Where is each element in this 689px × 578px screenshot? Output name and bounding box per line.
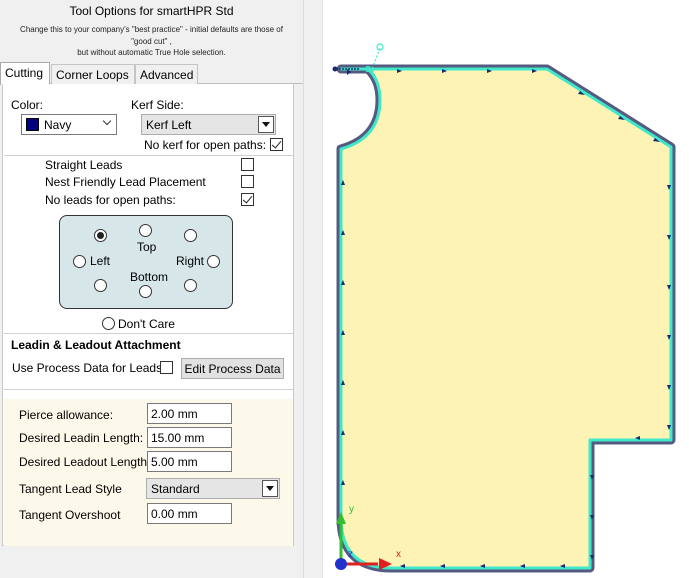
leadin-input[interactable]: 15.00 mm: [147, 427, 232, 448]
chevron-down-icon: [102, 116, 112, 126]
position-top-radio[interactable]: [139, 224, 152, 237]
no-kerf-checkbox[interactable]: [270, 138, 283, 151]
tangent-style-label: Tangent Lead Style: [19, 482, 122, 496]
leadout-label: Desired Leadout Length:: [19, 455, 151, 469]
color-label: Color:: [11, 98, 44, 112]
no-leads-checkbox[interactable]: [241, 193, 254, 206]
tab-bar: Cutting Corner Loops Advanced: [0, 62, 303, 85]
leadin-label: Desired Leadin Length:: [19, 431, 144, 445]
use-process-checkbox[interactable]: [160, 361, 173, 374]
no-kerf-label: No kerf for open paths:: [144, 138, 267, 152]
kerf-side-value: Kerf Left: [146, 118, 192, 132]
position-bottom-left-radio[interactable]: [94, 279, 107, 292]
nest-friendly-checkbox[interactable]: [241, 175, 254, 188]
panel-note-line1: Change this to your company's "best prac…: [20, 25, 283, 34]
arrow-down-icon: [266, 486, 274, 491]
tangent-style-dropdown[interactable]: Standard: [146, 478, 280, 499]
kerf-side-label: Kerf Side:: [131, 98, 184, 112]
tangent-style-value: Standard: [151, 482, 200, 496]
color-swatch: [26, 118, 39, 131]
part-body: [339, 67, 673, 570]
part-view: y z x: [332, 43, 676, 573]
straight-leads-label: Straight Leads: [45, 158, 123, 172]
position-top-right-radio[interactable]: [184, 229, 197, 242]
position-bottom-label: Bottom: [130, 270, 169, 284]
tangent-overshoot-label: Tangent Overshoot: [19, 508, 121, 522]
attachment-heading: Leadin & Leadout Attachment: [11, 338, 181, 352]
nest-friendly-label: Nest Friendly Lead Placement: [45, 175, 206, 189]
divider: [4, 155, 294, 156]
kerf-side-dropdown[interactable]: Kerf Left: [141, 114, 276, 135]
tangent-overshoot-input[interactable]: 0.00 mm: [147, 503, 232, 524]
tab-corner-loops[interactable]: Corner Loops: [51, 64, 135, 84]
panel-note-line2: "good cut" ,: [131, 37, 172, 46]
pierce-label: Pierce allowance:: [19, 408, 114, 422]
pierce-input[interactable]: 2.00 mm: [147, 403, 232, 424]
position-right-label: Right: [176, 254, 205, 268]
use-process-label: Use Process Data for Leads: [12, 361, 163, 375]
position-bottom-right-radio[interactable]: [184, 279, 197, 292]
panel-title: Tool Options for smartHPR Std: [69, 4, 234, 18]
leadout-input[interactable]: 5.00 mm: [147, 451, 232, 472]
position-right-radio[interactable]: [207, 255, 220, 268]
kerf-side-dropdown-button[interactable]: [258, 116, 274, 133]
color-value: Navy: [44, 118, 72, 132]
position-top-label: Top: [137, 240, 157, 254]
tab-advanced[interactable]: Advanced: [135, 64, 198, 84]
panel-note-line3: but without automatic True Hole selectio…: [77, 48, 226, 57]
axis-z-label: z: [348, 549, 353, 560]
dont-care-radio[interactable]: [102, 317, 115, 330]
tab-cutting[interactable]: Cutting: [0, 62, 50, 85]
arrow-down-icon: [262, 122, 270, 127]
edit-process-data-button[interactable]: Edit Process Data: [181, 358, 284, 379]
position-top-left-radio[interactable]: [94, 229, 107, 242]
straight-leads-checkbox[interactable]: [241, 158, 254, 171]
dont-care-label: Don't Care: [118, 317, 175, 331]
tangent-style-dropdown-button[interactable]: [262, 480, 278, 497]
color-dropdown[interactable]: Navy: [21, 114, 117, 135]
divider: [4, 389, 294, 390]
axis-x-label: x: [396, 549, 401, 560]
no-leads-label: No leads for open paths:: [45, 193, 176, 207]
position-left-label: Left: [90, 254, 111, 268]
panel-splitter[interactable]: [303, 0, 323, 578]
axis-y-label: y: [349, 504, 354, 515]
position-bottom-radio[interactable]: [139, 285, 152, 298]
divider: [4, 333, 294, 334]
drawing-canvas[interactable]: y z x: [323, 0, 689, 578]
position-left-radio[interactable]: [73, 255, 86, 268]
tool-options-panel: Tool Options for smartHPR Std Change thi…: [0, 0, 303, 578]
